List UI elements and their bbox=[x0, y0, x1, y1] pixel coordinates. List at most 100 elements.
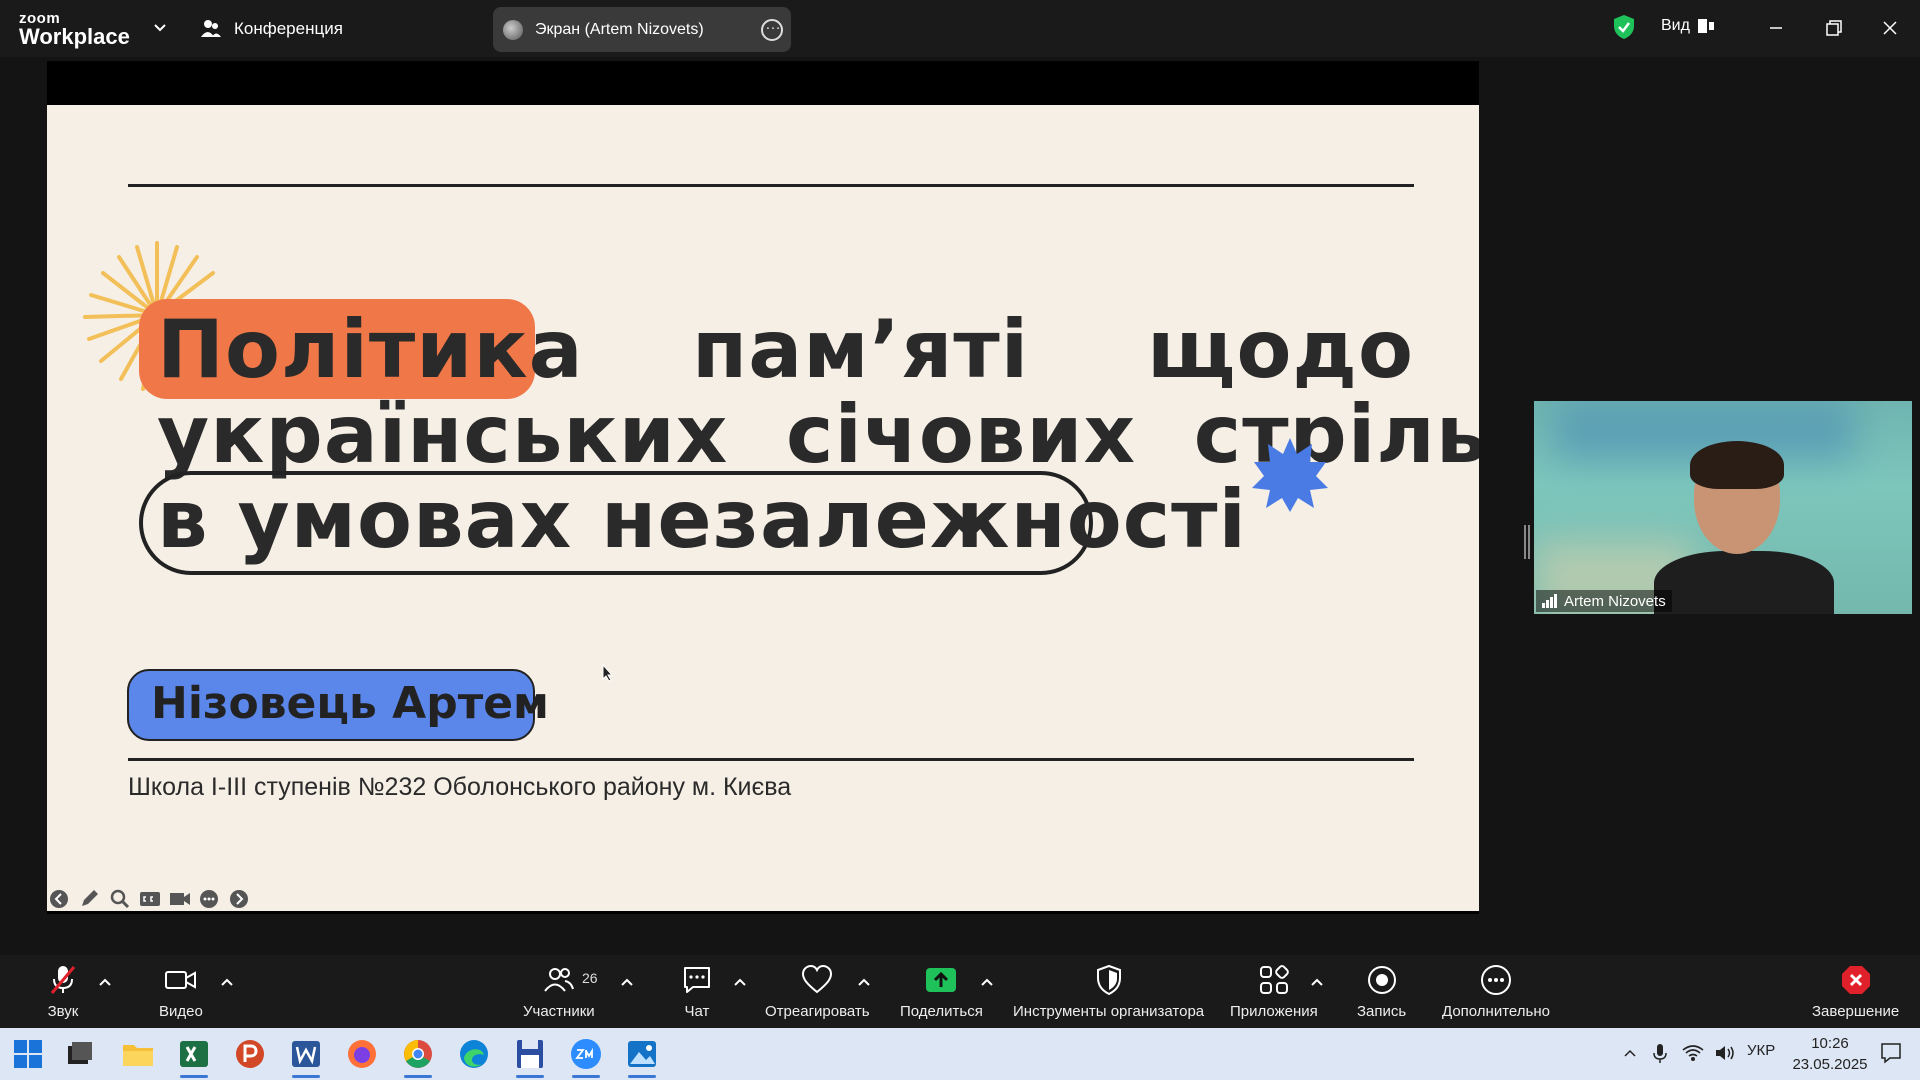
chat-label: Чат bbox=[684, 1003, 710, 1020]
chat-button[interactable]: Чат bbox=[680, 963, 714, 1023]
security-shield-icon[interactable] bbox=[1612, 14, 1636, 40]
host-tools-button[interactable]: Инструменты организатора bbox=[1013, 963, 1204, 1023]
word-icon bbox=[292, 1041, 320, 1067]
title-word-1: Політика bbox=[157, 303, 584, 396]
notifications-icon[interactable] bbox=[1880, 1042, 1902, 1064]
zoom-icon[interactable] bbox=[108, 888, 132, 910]
participants-label: Участники bbox=[523, 1003, 595, 1020]
task-view-icon[interactable] bbox=[62, 1036, 98, 1072]
windows-taskbar: УКР 10:26 23.05.2025 bbox=[0, 1028, 1920, 1080]
microphone-icon[interactable] bbox=[1652, 1043, 1668, 1065]
powerpoint-icon[interactable] bbox=[232, 1036, 268, 1072]
captions-icon[interactable] bbox=[138, 888, 162, 910]
file-explorer-icon[interactable] bbox=[120, 1036, 156, 1072]
more-icon bbox=[1480, 965, 1511, 995]
logo-big-text: Workplace bbox=[19, 24, 130, 49]
end-label: Завершение bbox=[1812, 1003, 1900, 1020]
record-label: Запись bbox=[1357, 1003, 1407, 1020]
input-language[interactable]: УКР bbox=[1747, 1042, 1775, 1059]
video-icon[interactable] bbox=[168, 888, 192, 910]
record-icon bbox=[1367, 966, 1396, 994]
school-name: Школа І-ІІІ ступенів №232 Оболонського р… bbox=[128, 773, 792, 801]
share-button[interactable]: Поделиться bbox=[900, 963, 983, 1023]
system-clock[interactable]: 10:26 23.05.2025 bbox=[1790, 1033, 1870, 1075]
host-tools-label: Инструменты организатора bbox=[1013, 1003, 1205, 1020]
photos-taskbar-button[interactable] bbox=[624, 1036, 660, 1078]
layout-icon bbox=[1697, 19, 1714, 33]
share-options-caret-icon[interactable] bbox=[980, 977, 994, 987]
participants-icon bbox=[544, 968, 574, 992]
volume-icon[interactable] bbox=[1714, 1044, 1736, 1062]
chrome-taskbar-button[interactable] bbox=[400, 1036, 436, 1078]
end-icon bbox=[1841, 966, 1870, 994]
panel-resize-handle[interactable] bbox=[1524, 525, 1530, 559]
clock-time: 10:26 bbox=[1811, 1035, 1849, 1052]
windows-start-icon[interactable] bbox=[10, 1036, 46, 1072]
video-label: Видео bbox=[159, 1003, 203, 1020]
apps-button[interactable]: Приложения bbox=[1230, 963, 1318, 1023]
end-meeting-button[interactable]: Завершение bbox=[1812, 963, 1899, 1023]
divider-bottom bbox=[128, 758, 1414, 761]
next-slide-icon[interactable] bbox=[228, 888, 252, 910]
zoom-taskbar-button[interactable] bbox=[568, 1036, 604, 1078]
shield-icon bbox=[1096, 964, 1121, 996]
previous-slide-icon[interactable] bbox=[48, 888, 72, 910]
apps-icon bbox=[1259, 965, 1289, 994]
chat-options-caret-icon[interactable] bbox=[733, 977, 747, 987]
edge-icon[interactable] bbox=[456, 1036, 492, 1072]
starburst-decoration bbox=[1252, 438, 1328, 512]
pen-icon[interactable] bbox=[78, 888, 102, 910]
record-button[interactable]: Запись bbox=[1357, 963, 1406, 1023]
apps-options-caret-icon[interactable] bbox=[1310, 977, 1324, 987]
photos-icon bbox=[628, 1041, 656, 1067]
more-button[interactable]: Дополнительно bbox=[1442, 963, 1550, 1023]
react-options-caret-icon[interactable] bbox=[857, 977, 871, 987]
react-button[interactable]: Отреагировать bbox=[765, 963, 870, 1023]
meeting-label: Конференция bbox=[234, 19, 343, 38]
title-word-3: щодо bbox=[1147, 303, 1414, 396]
participant-name: Artem Nizovets bbox=[1564, 592, 1666, 610]
screen-share-indicator[interactable]: Экран (Artem Nizovets) bbox=[493, 7, 791, 52]
chat-icon bbox=[684, 967, 710, 993]
chrome-icon bbox=[404, 1040, 432, 1068]
zoom-logo: zoom Workplace bbox=[19, 10, 139, 50]
save-taskbar-button[interactable] bbox=[512, 1036, 548, 1078]
meeting-info-button[interactable]: Конференция bbox=[200, 16, 343, 42]
word-taskbar-button[interactable] bbox=[288, 1036, 324, 1078]
signal-strength-icon bbox=[1542, 594, 1557, 608]
participant-video-tile[interactable]: Artem Nizovets bbox=[1534, 401, 1912, 614]
share-screen-icon bbox=[926, 968, 957, 992]
excel-taskbar-button[interactable] bbox=[176, 1036, 212, 1078]
react-label: Отреагировать bbox=[765, 1003, 870, 1020]
participant-hair bbox=[1690, 441, 1784, 489]
author-name: Нізовець Артем bbox=[151, 678, 549, 729]
divider-top bbox=[128, 184, 1414, 187]
participants-count: 26 bbox=[582, 970, 598, 986]
meeting-toolbar: Звук Видео Участники 26 Чат Отреагироват… bbox=[0, 955, 1920, 1028]
more-icon[interactable] bbox=[198, 888, 222, 910]
mouse-cursor-icon bbox=[602, 664, 614, 682]
view-label: Вид bbox=[1661, 17, 1690, 34]
floppy-icon bbox=[517, 1040, 543, 1068]
tray-chevron-up-icon[interactable] bbox=[1622, 1046, 1638, 1060]
view-button[interactable]: Вид bbox=[1661, 17, 1714, 35]
wifi-icon[interactable] bbox=[1682, 1044, 1704, 1062]
minimize-icon[interactable] bbox=[1761, 14, 1791, 42]
video-options-caret-icon[interactable] bbox=[220, 977, 234, 987]
share-label: Поделиться bbox=[900, 1003, 983, 1020]
microphone-muted-icon bbox=[50, 966, 76, 994]
sharer-avatar bbox=[503, 19, 523, 40]
audio-options-caret-icon[interactable] bbox=[98, 977, 112, 987]
participant-body bbox=[1654, 551, 1834, 614]
restore-icon[interactable] bbox=[1818, 14, 1848, 42]
title-word-2: пам’яті bbox=[692, 303, 1030, 396]
participant-name-tag: Artem Nizovets bbox=[1536, 590, 1672, 612]
zoom-app-icon bbox=[571, 1039, 601, 1069]
firefox-icon[interactable] bbox=[344, 1036, 380, 1072]
video-button[interactable]: Видео bbox=[159, 963, 203, 1023]
participants-options-caret-icon[interactable] bbox=[620, 977, 634, 987]
audio-button[interactable]: Звук bbox=[46, 963, 80, 1023]
more-options-icon[interactable] bbox=[761, 16, 783, 41]
chevron-down-icon[interactable] bbox=[150, 18, 170, 38]
close-icon[interactable] bbox=[1875, 14, 1905, 42]
